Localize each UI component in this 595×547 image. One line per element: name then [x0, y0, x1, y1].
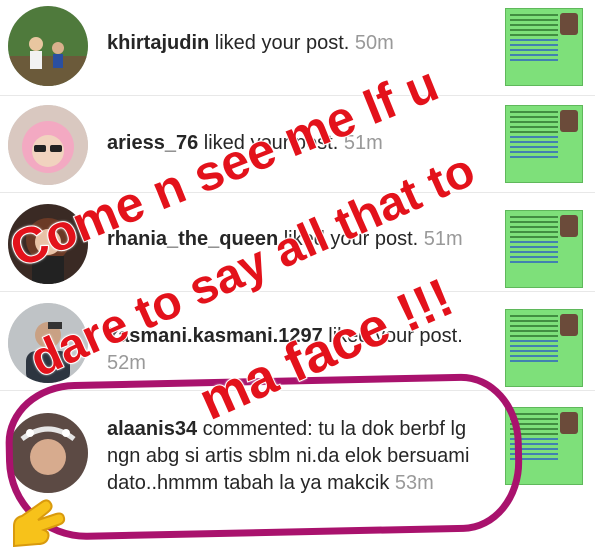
thumbnail-text-lines	[510, 315, 558, 365]
avatar[interactable]	[8, 6, 88, 86]
post-thumbnail[interactable]	[505, 210, 583, 288]
notification-row[interactable]: khirtajudin liked your post. 50m	[0, 0, 595, 96]
post-thumbnail[interactable]	[505, 105, 583, 183]
timestamp: 50m	[354, 32, 394, 54]
pointing-hand-icon	[13, 499, 66, 547]
thumbnail-face	[560, 13, 578, 35]
thumbnail-text-lines	[510, 216, 558, 266]
username[interactable]: khirtajudin	[107, 32, 209, 54]
post-thumbnail[interactable]	[505, 309, 583, 387]
thumbnail-face	[560, 314, 578, 336]
post-thumbnail[interactable]	[505, 8, 583, 86]
thumbnail-face	[560, 110, 578, 132]
thumbnail-text-lines	[510, 111, 558, 161]
avatar[interactable]	[8, 105, 88, 185]
notification-text: khirtajudin liked your post. 50m	[107, 30, 475, 57]
thumbnail-text-lines	[510, 14, 558, 64]
thumbnail-face	[560, 215, 578, 237]
thumbnail-face	[560, 412, 578, 434]
timestamp: 51m	[423, 228, 463, 250]
notification-action: liked your post.	[209, 32, 355, 54]
